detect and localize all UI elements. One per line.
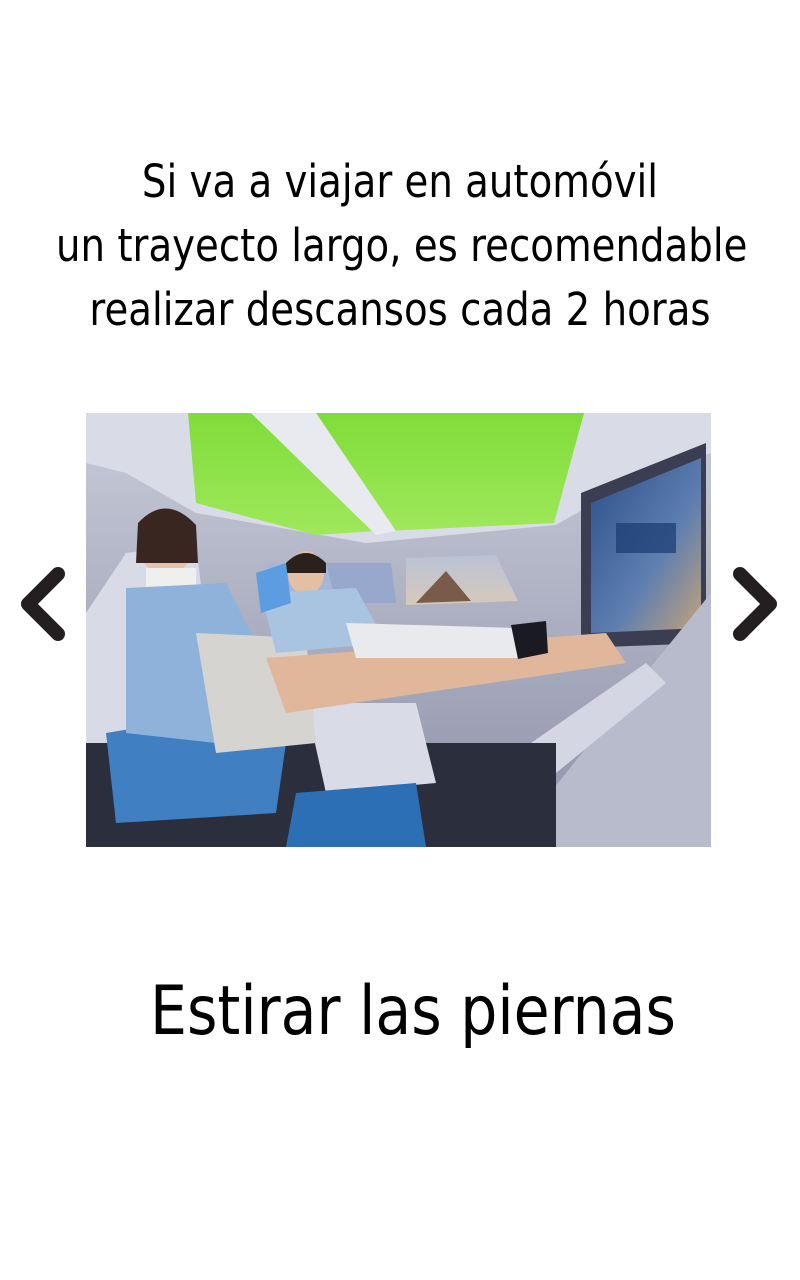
question-line-3: realizar descansos cada 2 horas — [89, 283, 711, 336]
answer-label: Estirar las piernas — [150, 972, 676, 1051]
car-interior-photo — [86, 413, 711, 847]
question-line-2: un trayecto largo, es recomendable — [56, 219, 748, 272]
previous-button[interactable] — [12, 566, 72, 642]
chevron-right-icon — [733, 567, 777, 641]
car-interior-illustration — [86, 413, 711, 847]
chevron-left-icon — [21, 567, 65, 641]
next-button[interactable] — [726, 566, 786, 642]
question-line-1: Si va a viajar en automóvil — [141, 155, 659, 208]
question-text: Si va a viajar en automóvil un trayecto … — [56, 150, 748, 342]
